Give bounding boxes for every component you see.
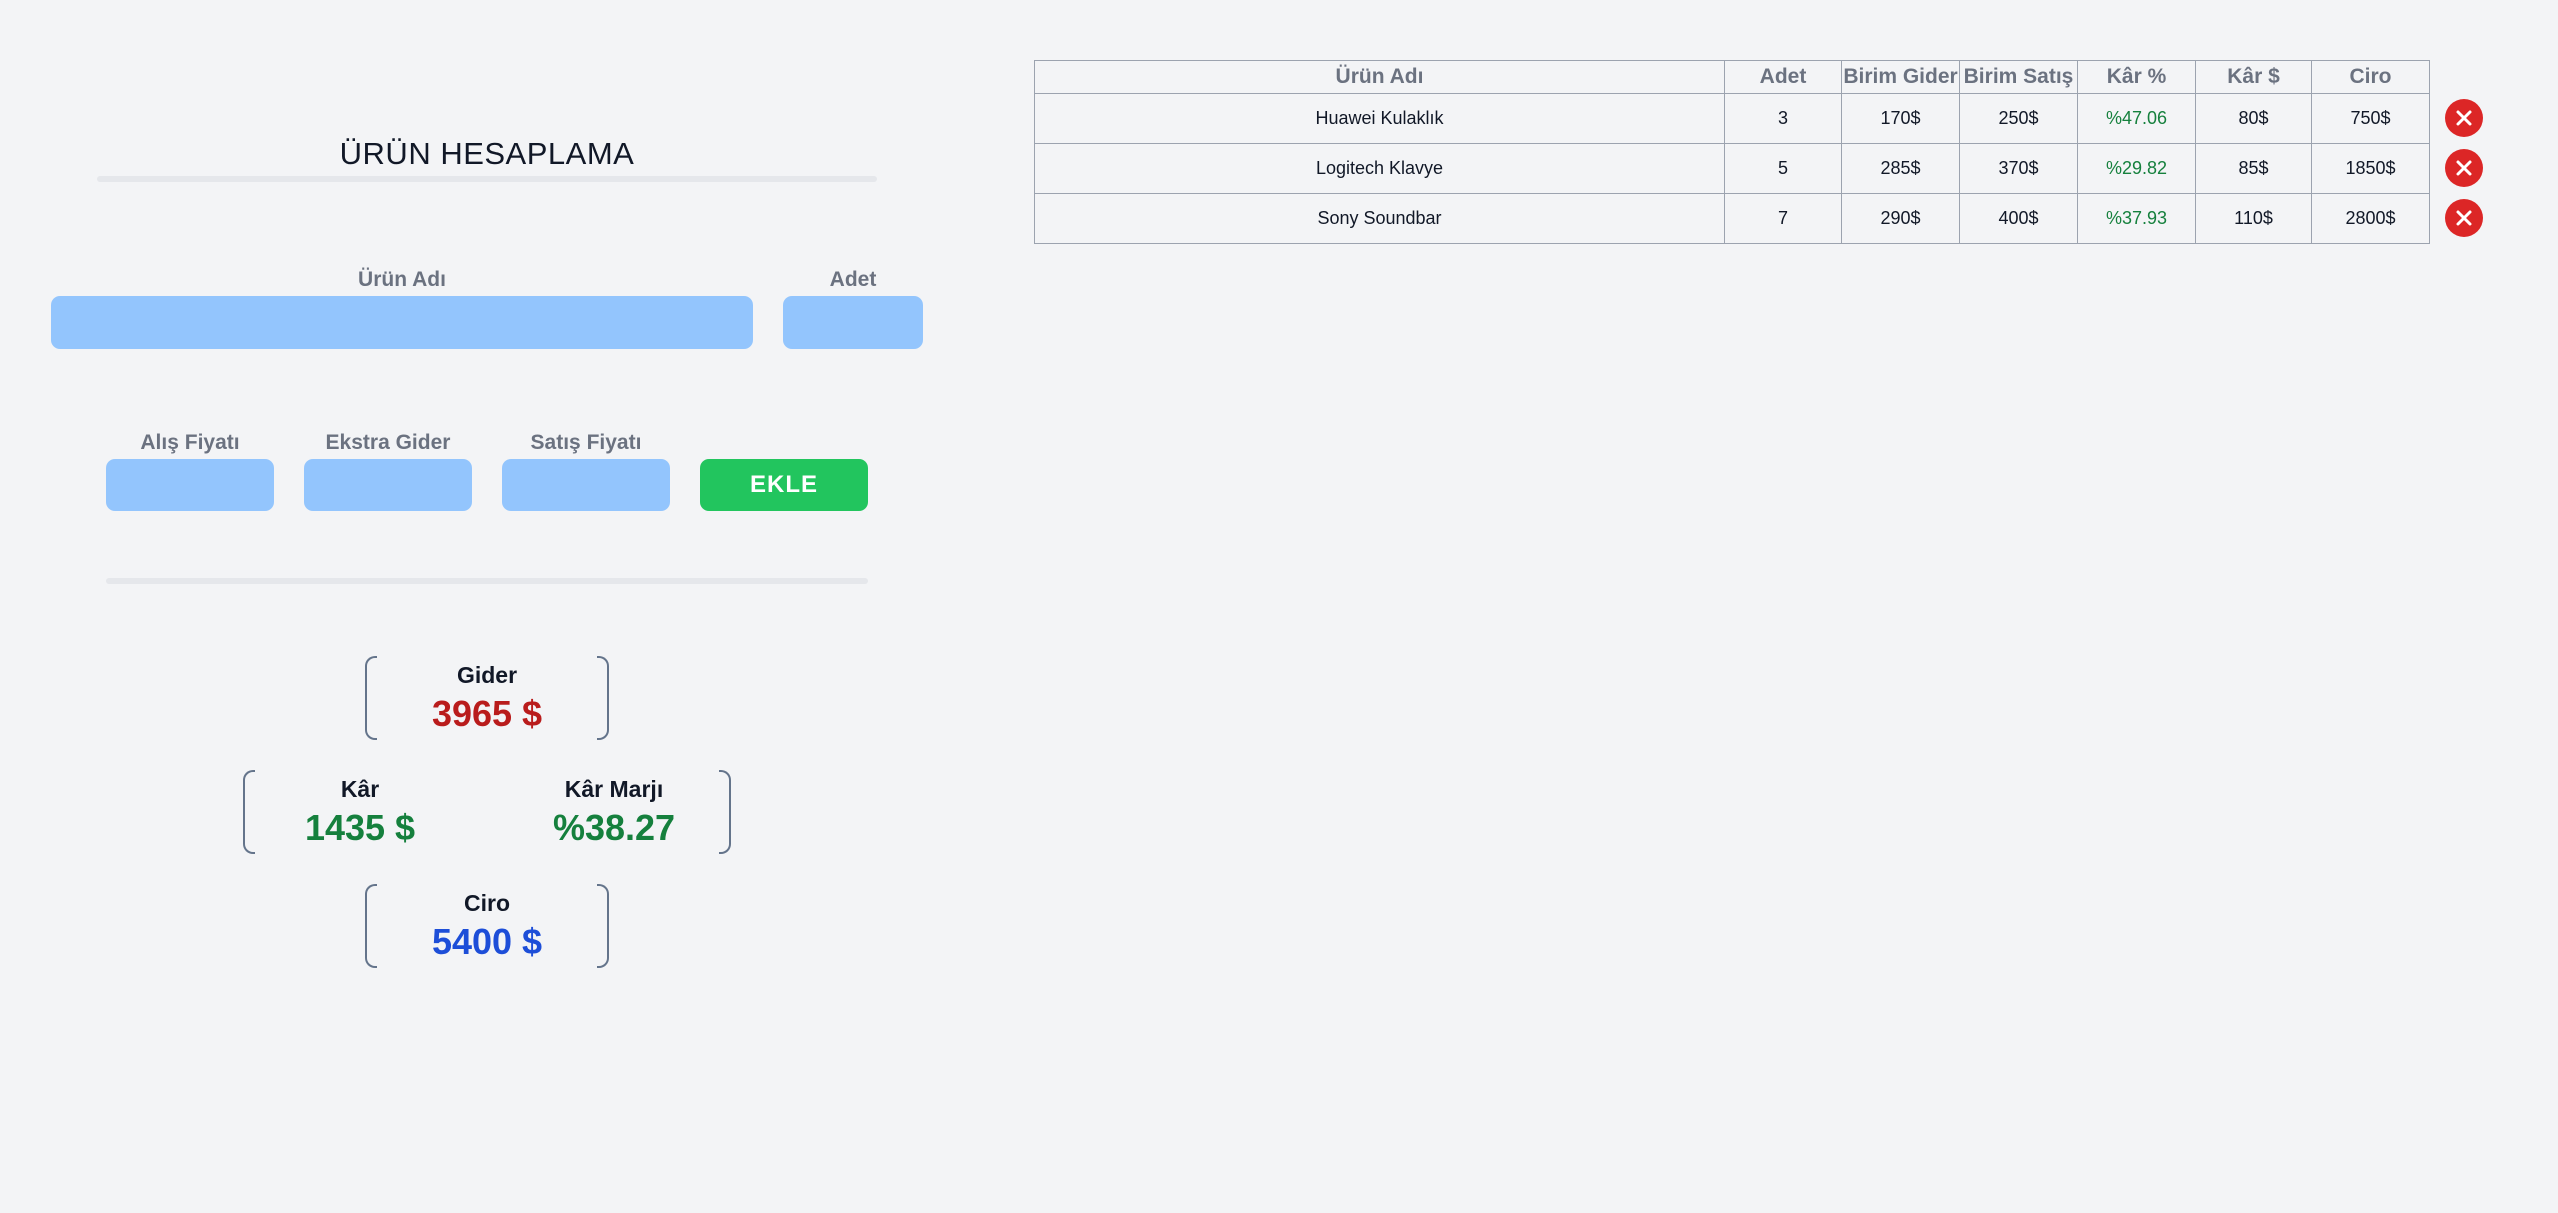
extra-cost-label: Ekstra Gider (325, 431, 451, 454)
extra-cost-input[interactable] (304, 459, 472, 511)
cell-revenue: 750$ (2311, 93, 2430, 144)
products-table: Ürün Adı Adet Birim Gider Birim Satış Kâ… (1034, 60, 2430, 244)
revenue-value: 5400 $ (431, 921, 543, 962)
margin-stat: Kâr Marjı %38.27 (502, 776, 726, 849)
cell-unit-cost: 290$ (1841, 193, 1960, 244)
product-name-label: Ürün Adı (358, 268, 446, 291)
expense-stat: Gider 3965 $ (365, 662, 609, 735)
expense-value: 3965 $ (431, 693, 543, 734)
cell-quantity: 3 (1724, 93, 1842, 144)
cell-profit-dollar: 80$ (2195, 93, 2312, 144)
profit-stat: Kâr 1435 $ (248, 776, 472, 849)
profit-label: Kâr (340, 776, 380, 802)
sale-price-label: Satış Fiyatı (530, 431, 642, 454)
cell-unit-sale: 250$ (1959, 93, 2078, 144)
product-name-input[interactable] (51, 296, 753, 349)
margin-label: Kâr Marjı (564, 776, 664, 802)
cell-product-name: Huawei Kulaklık (1034, 93, 1725, 144)
cell-product-name: Sony Soundbar (1034, 193, 1725, 244)
cell-revenue: 1850$ (2311, 143, 2430, 194)
delete-row-button[interactable] (2445, 149, 2483, 187)
cell-unit-cost: 285$ (1841, 143, 1960, 194)
cell-profit-dollar: 85$ (2195, 143, 2312, 194)
close-icon (2456, 210, 2472, 226)
margin-value: %38.27 (552, 807, 676, 848)
expense-label: Gider (456, 662, 518, 688)
delete-row-button[interactable] (2445, 99, 2483, 137)
header-quantity: Adet (1724, 60, 1842, 94)
table-row: Sony Soundbar 7 290$ 400$ %37.93 110$ 28… (1034, 193, 2430, 244)
table-row: Logitech Klavye 5 285$ 370$ %29.82 85$ 1… (1034, 143, 2430, 194)
app-root: ÜRÜN HESAPLAMA Ürün Adı Adet Alış Fiyatı… (0, 0, 2558, 1213)
sale-price-input[interactable] (502, 459, 670, 511)
cell-profit-percent: %29.82 (2077, 143, 2196, 194)
cell-revenue: 2800$ (2311, 193, 2430, 244)
header-profit-percent: Kâr % (2077, 60, 2196, 94)
header-revenue: Ciro (2311, 60, 2430, 94)
table-header-row: Ürün Adı Adet Birim Gider Birim Satış Kâ… (1034, 60, 2430, 94)
form-divider (106, 578, 868, 584)
cell-profit-dollar: 110$ (2195, 193, 2312, 244)
cell-product-name: Logitech Klavye (1034, 143, 1725, 194)
delete-row-button[interactable] (2445, 199, 2483, 237)
header-unit-cost: Birim Gider (1841, 60, 1960, 94)
revenue-stat: Ciro 5400 $ (365, 890, 609, 963)
cell-unit-sale: 370$ (1959, 143, 2078, 194)
cell-profit-percent: %37.93 (2077, 193, 2196, 244)
header-product-name: Ürün Adı (1034, 60, 1725, 94)
cell-unit-sale: 400$ (1959, 193, 2078, 244)
close-icon (2456, 110, 2472, 126)
add-button[interactable]: EKLE (700, 459, 868, 511)
purchase-price-input[interactable] (106, 459, 274, 511)
cell-quantity: 7 (1724, 193, 1842, 244)
cell-unit-cost: 170$ (1841, 93, 1960, 144)
quantity-input[interactable] (783, 296, 923, 349)
cell-profit-percent: %47.06 (2077, 93, 2196, 144)
purchase-price-label: Alış Fiyatı (140, 431, 240, 454)
quantity-label: Adet (829, 268, 877, 291)
header-unit-sale: Birim Satış (1959, 60, 2078, 94)
close-icon (2456, 160, 2472, 176)
header-profit-dollar: Kâr $ (2195, 60, 2312, 94)
profit-value: 1435 $ (304, 807, 416, 848)
table-row: Huawei Kulaklık 3 170$ 250$ %47.06 80$ 7… (1034, 93, 2430, 144)
revenue-label: Ciro (464, 890, 510, 916)
cell-quantity: 5 (1724, 143, 1842, 194)
page-title: ÜRÜN HESAPLAMA (339, 136, 635, 171)
title-divider (97, 176, 877, 182)
